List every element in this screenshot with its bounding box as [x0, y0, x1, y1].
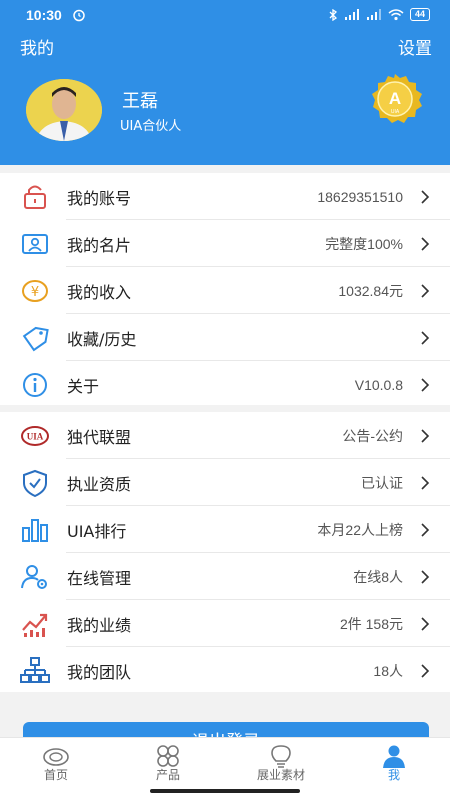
row-value: 在线8人: [353, 568, 403, 585]
row-value: 2件 158元: [339, 615, 403, 632]
row-value: 18人: [373, 662, 403, 679]
avatar[interactable]: [26, 79, 102, 141]
signal-icon: [344, 8, 359, 20]
tab-label: 展业素材: [256, 768, 305, 782]
user-name: 王磊: [122, 91, 158, 112]
user-role: UIA合伙人: [120, 119, 182, 134]
tab-me[interactable]: 我: [338, 738, 450, 788]
tab-label: 首页: [43, 768, 68, 782]
chevron-right-icon: [421, 190, 430, 204]
tab-materials[interactable]: 展业素材: [225, 738, 337, 788]
badge-sub: UIA: [391, 109, 400, 115]
info-icon: [23, 373, 47, 397]
row-value: 公告-公约: [342, 427, 403, 444]
id-card-icon: [22, 234, 48, 254]
row-label: 在线管理: [67, 568, 132, 588]
row-value: 本月22人上榜: [317, 521, 403, 538]
row-my-performance[interactable]: 我的业绩 2件 158元: [0, 600, 450, 647]
row-about[interactable]: 关于 V10.0.8: [0, 361, 450, 408]
row-label: 我的收入: [67, 282, 132, 302]
status-bar: 10:30 44: [0, 0, 450, 30]
chevron-right-icon: [421, 378, 430, 392]
row-label: 我的名片: [67, 235, 132, 255]
chevron-right-icon: [421, 570, 430, 584]
business-section: UIA 独代联盟 公告-公约 执业资质 已认证 UIA排行 本月22人上榜 在线…: [0, 412, 450, 692]
signal-icon-2: [366, 8, 381, 20]
row-value: 已认证: [361, 474, 403, 491]
row-value: 1032.84元: [338, 282, 403, 299]
row-favorites-history[interactable]: 收藏/历史: [0, 314, 450, 361]
row-alliance[interactable]: UIA 独代联盟 公告-公约: [0, 412, 450, 459]
chevron-right-icon: [421, 429, 430, 443]
row-label: UIA排行: [67, 521, 127, 541]
wifi-icon: [388, 8, 404, 20]
avatar-photo: [26, 79, 102, 141]
row-label: 执业资质: [67, 474, 132, 494]
row-label: 我的团队: [67, 662, 132, 682]
tag-icon: [22, 326, 49, 352]
tab-label: 产品: [155, 768, 180, 782]
home-indicator: [150, 789, 300, 793]
account-section: 我的账号 18629351510 我的名片 完整度100% ¥ 我的收入 103…: [0, 173, 450, 405]
row-value: 完整度100%: [325, 235, 403, 252]
status-icons: 44: [328, 8, 430, 21]
row-my-income[interactable]: ¥ 我的收入 1032.84元: [0, 267, 450, 314]
svg-text:UIA: UIA: [27, 432, 44, 442]
page-title: 我的: [20, 39, 54, 59]
profile-header: 10:30 44 我的 设置 王磊 UIA合伙人 A UIA: [0, 0, 450, 165]
chevron-right-icon: [421, 331, 430, 345]
row-my-team[interactable]: 我的团队 18人: [0, 647, 450, 694]
settings-button[interactable]: 设置: [398, 34, 432, 59]
chevron-right-icon: [421, 664, 430, 678]
home-logo-icon: [43, 748, 69, 766]
trend-chart-icon: [22, 613, 48, 637]
bar-chart-icon: [22, 519, 48, 542]
chevron-right-icon: [421, 284, 430, 298]
alarm-icon: [73, 9, 85, 22]
row-value: 18629351510: [317, 188, 403, 205]
row-label: 关于: [67, 376, 100, 396]
tab-products[interactable]: 产品: [112, 738, 224, 788]
row-my-account[interactable]: 我的账号 18629351510: [0, 173, 450, 220]
user-gear-icon: [21, 565, 47, 589]
row-label: 我的业绩: [67, 615, 132, 635]
yuan-coin-icon: ¥: [22, 280, 48, 302]
row-qualification[interactable]: 执业资质 已认证: [0, 459, 450, 506]
bluetooth-icon: [329, 8, 338, 21]
uia-logo-icon: UIA: [21, 426, 49, 446]
status-time: 10:30: [26, 7, 62, 23]
chevron-right-icon: [421, 476, 430, 490]
chevron-right-icon: [421, 523, 430, 537]
level-badge-icon[interactable]: A UIA: [366, 73, 424, 125]
tab-home[interactable]: 首页: [0, 738, 112, 788]
row-online-management[interactable]: 在线管理 在线8人: [0, 553, 450, 600]
tab-label: 我: [387, 768, 400, 782]
chevron-right-icon: [421, 617, 430, 631]
badge-letter: A: [389, 89, 401, 108]
lock-icon: [24, 185, 46, 209]
shield-check-icon: [23, 469, 47, 498]
grid-icon: [157, 745, 179, 767]
chevron-right-icon: [421, 237, 430, 251]
svg-text:¥: ¥: [31, 285, 39, 300]
bulb-icon: [271, 745, 291, 768]
person-icon: [383, 745, 405, 768]
row-label: 我的账号: [67, 188, 132, 208]
row-label: 收藏/历史: [67, 329, 137, 349]
org-chart-icon: [20, 657, 50, 683]
row-value: V10.0.8: [354, 376, 403, 393]
row-uia-ranking[interactable]: UIA排行 本月22人上榜: [0, 506, 450, 553]
row-my-card[interactable]: 我的名片 完整度100%: [0, 220, 450, 267]
row-label: 独代联盟: [67, 427, 132, 447]
battery-indicator: 44: [409, 8, 430, 21]
